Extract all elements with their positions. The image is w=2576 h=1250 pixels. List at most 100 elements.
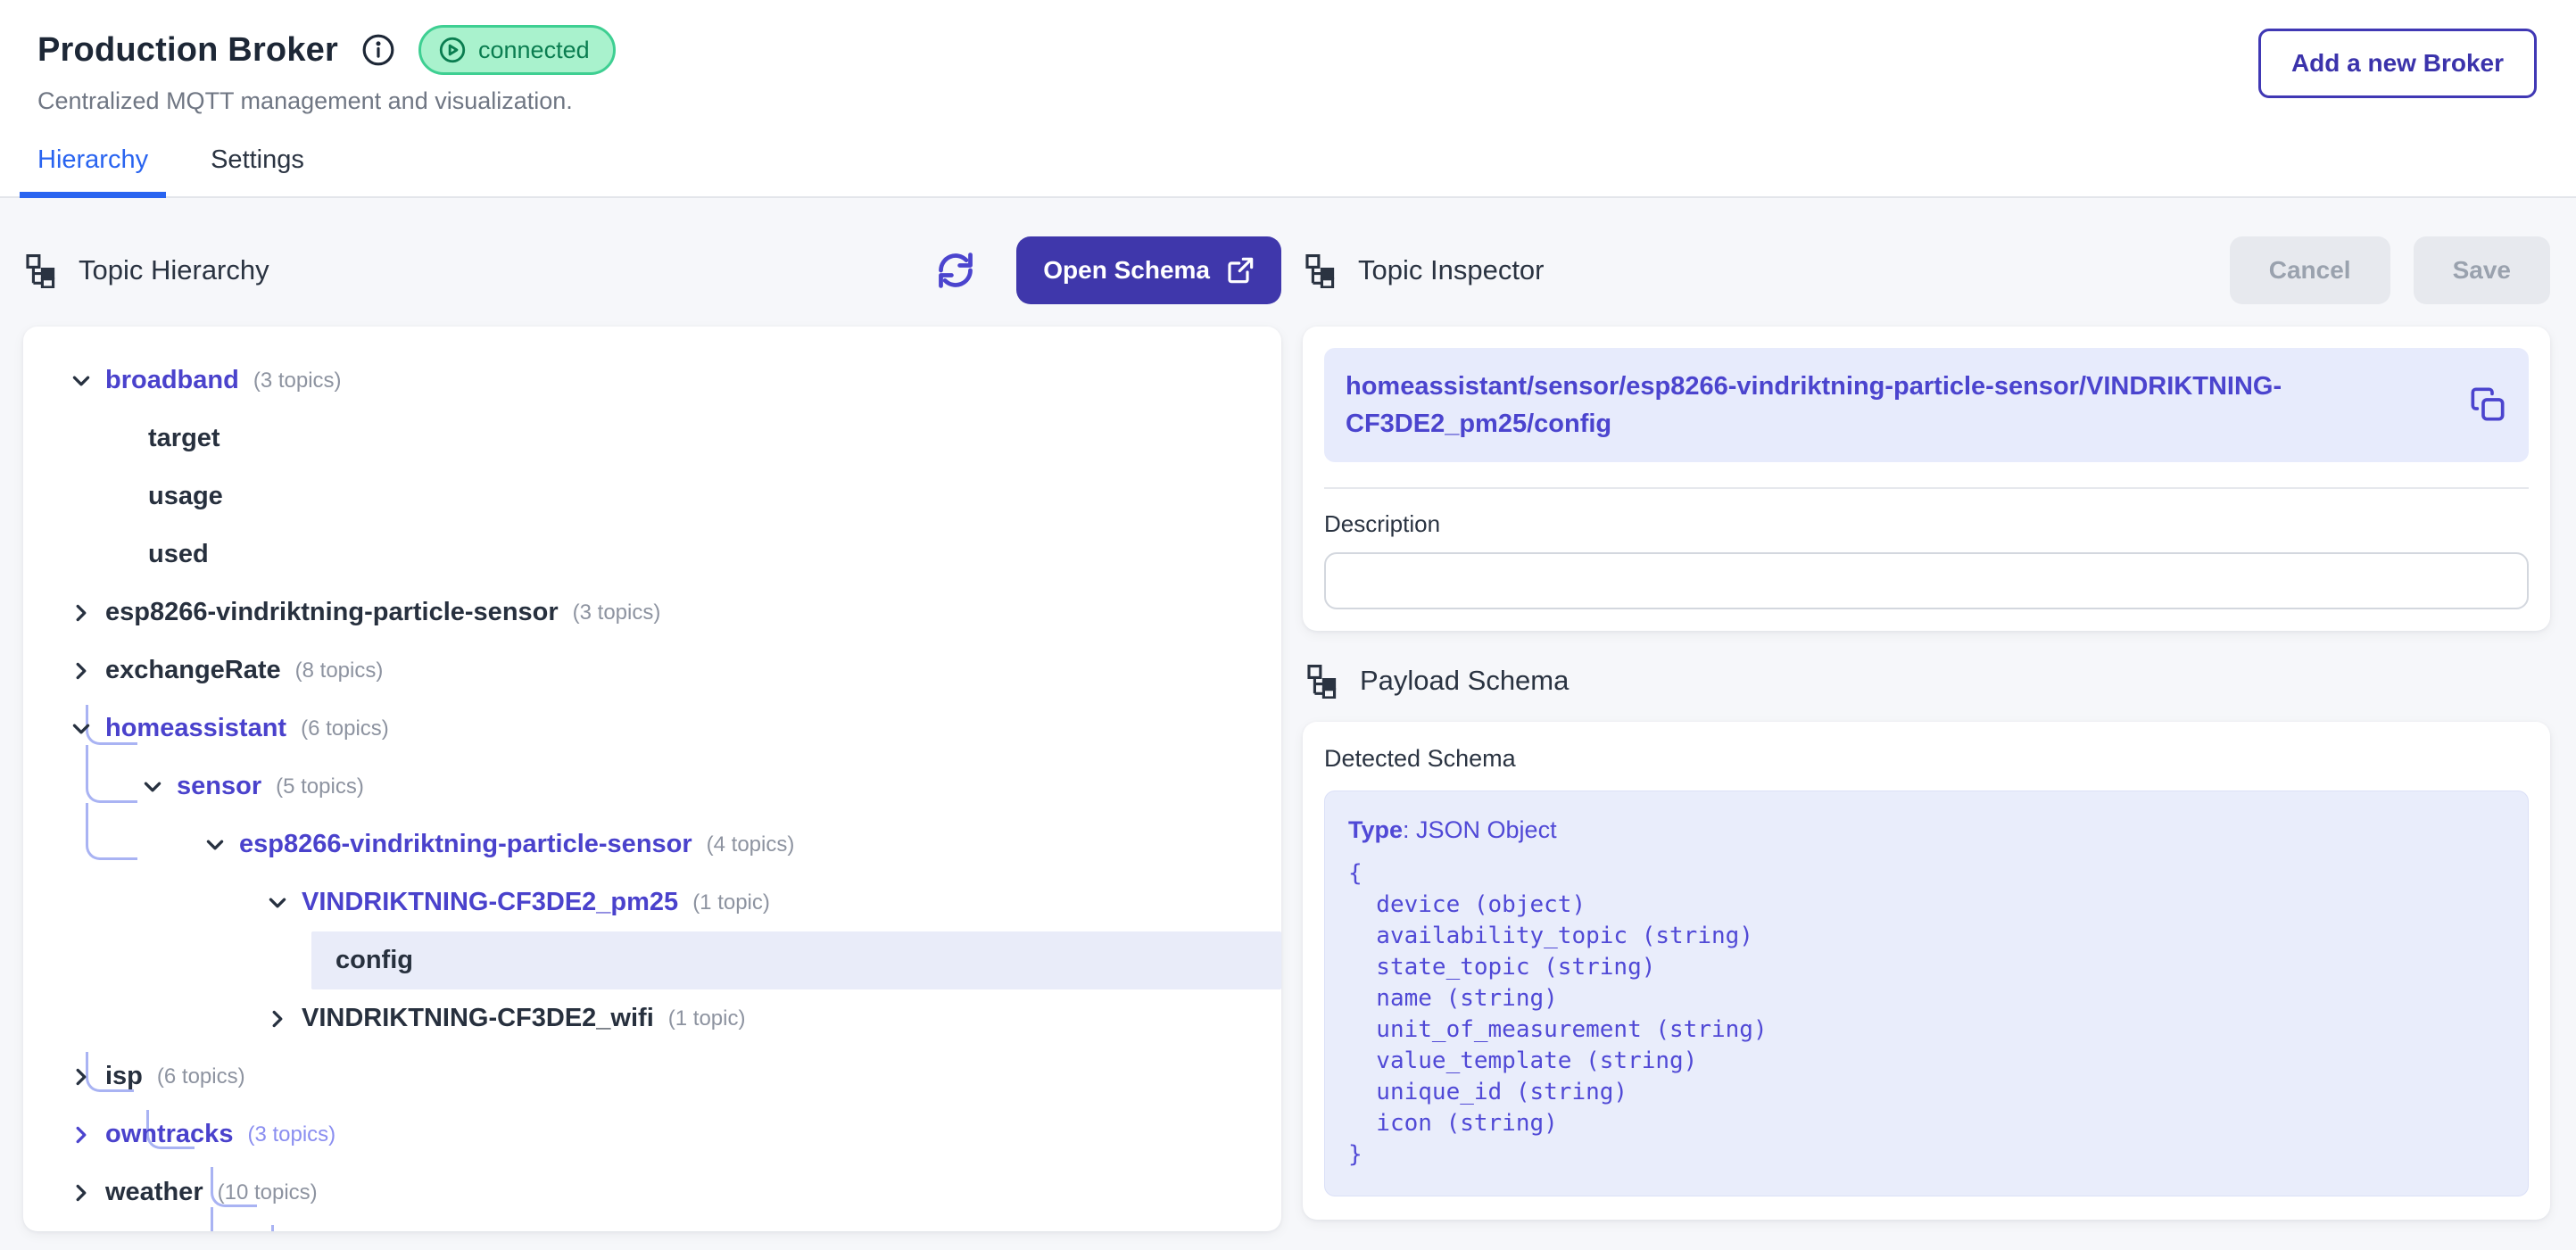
tree-node-label[interactable]: owntracks [105, 1120, 233, 1149]
tree-node-label[interactable]: isp [105, 1062, 143, 1091]
chevron-down-icon[interactable] [266, 891, 289, 915]
tree-node-count: (1 topic) [668, 1006, 746, 1031]
tree-node-count: (10 topics) [218, 1180, 318, 1205]
tree-node-label[interactable]: esp8266-vindriktning-particle-sensor [105, 598, 559, 627]
tree-node-label[interactable]: VINDRIKTNING-CF3DE2_wifi [302, 1004, 654, 1033]
tree-node-label[interactable]: VINDRIKTNING-CF3DE2_pm25 [302, 888, 678, 917]
open-schema-label: Open Schema [1043, 256, 1210, 285]
payload-schema-title: Payload Schema [1360, 665, 1569, 697]
chevron-right-icon[interactable] [70, 659, 93, 683]
tree-node-label[interactable]: used [148, 540, 209, 569]
open-schema-button[interactable]: Open Schema [1016, 236, 1281, 304]
topic-inspector-card: homeassistant/sensor/esp8266-vindriktnin… [1303, 327, 2550, 631]
schema-type-label: Type [1348, 816, 1403, 843]
tree-node-config-selected[interactable]: config [311, 931, 1281, 989]
tree-node-count: (6 topics) [157, 1064, 245, 1089]
refresh-icon [936, 251, 975, 290]
hierarchy-icon [1303, 252, 1338, 288]
play-circle-icon [437, 35, 468, 65]
schema-type-value: JSON Object [1416, 816, 1557, 843]
info-icon[interactable] [361, 33, 395, 67]
schema-line: unit_of_measurement (string) [1348, 1014, 2505, 1046]
tree-node-label[interactable]: sensor [177, 772, 261, 801]
external-link-icon [1226, 256, 1255, 285]
chevron-down-icon[interactable] [203, 833, 227, 857]
tree-node-count: (3 topics) [253, 368, 342, 393]
description-label: Description [1324, 510, 2529, 538]
tree-connector [271, 1225, 311, 1231]
app-header: Production Broker connected Centralized … [0, 0, 2576, 115]
refresh-button[interactable] [936, 251, 975, 290]
detected-schema-box: Type: JSON Object { device (object) avai… [1324, 791, 2529, 1196]
chevron-down-icon[interactable] [70, 717, 93, 741]
schema-line: state_topic (string) [1348, 952, 2505, 983]
chevron-right-icon[interactable] [70, 1123, 93, 1147]
tree-node-label[interactable]: usage [148, 482, 223, 511]
main-content: Topic Hierarchy Open Schema [0, 198, 2576, 1231]
tree-node-label[interactable]: config [335, 946, 413, 975]
tree-node-label[interactable]: broadband [105, 366, 239, 395]
save-button[interactable]: Save [2414, 236, 2550, 304]
chevron-down-icon[interactable] [70, 369, 93, 393]
schema-line: device (object) [1348, 890, 2505, 921]
hierarchy-icon [1305, 663, 1340, 699]
tree-node-usage[interactable]: usage [23, 468, 1281, 526]
topic-tree: broadband (3 topics) target usage used e… [23, 327, 1281, 1231]
payload-schema-card: Detected Schema Type: JSON Object { devi… [1303, 722, 2550, 1220]
schema-line: unique_id (string) [1348, 1077, 2505, 1108]
tree-node-esp8266-root[interactable]: esp8266-vindriktning-particle-sensor (3 … [23, 584, 1281, 642]
chevron-right-icon[interactable] [266, 1007, 289, 1031]
copy-icon [2470, 386, 2506, 422]
schema-line: name (string) [1348, 983, 2505, 1014]
tab-bar: Hierarchy Settings [0, 115, 2576, 198]
tree-node-count: (4 topics) [707, 832, 795, 857]
tree-node-sensor[interactable]: sensor (5 topics) [23, 757, 1281, 815]
tree-node-label[interactable]: target [148, 424, 220, 453]
topic-hierarchy-panel: Topic Hierarchy Open Schema [23, 234, 1281, 1231]
tab-settings[interactable]: Settings [211, 145, 304, 196]
tab-hierarchy[interactable]: Hierarchy [37, 145, 148, 196]
tree-node-esp8266-child[interactable]: esp8266-vindriktning-particle-sensor (4 … [23, 815, 1281, 873]
inspector-panel-title: Topic Inspector [1358, 254, 1545, 286]
tree-node-label[interactable]: exchangeRate [105, 656, 281, 685]
tree-node-used[interactable]: used [23, 526, 1281, 584]
topic-path-box: homeassistant/sensor/esp8266-vindriktnin… [1324, 348, 2529, 462]
tree-node-owntracks[interactable]: owntracks (3 topics) [23, 1105, 1281, 1163]
tree-node-label[interactable]: weather [105, 1178, 203, 1207]
schema-type-line: Type: JSON Object [1348, 816, 2505, 844]
copy-button[interactable] [2468, 385, 2507, 425]
status-badge-label: connected [478, 37, 590, 64]
description-input[interactable] [1324, 552, 2529, 609]
tree-node-count: (6 topics) [301, 716, 389, 741]
divider [1324, 487, 2529, 489]
cancel-button[interactable]: Cancel [2230, 236, 2390, 304]
chevron-right-icon[interactable] [70, 1181, 93, 1204]
tree-node-label[interactable]: homeassistant [105, 714, 286, 743]
page-subtitle: Centralized MQTT management and visualiz… [37, 87, 616, 115]
page-title: Production Broker [37, 31, 338, 70]
tree-node-weather[interactable]: weather (10 topics) [23, 1163, 1281, 1221]
hierarchy-panel-title: Topic Hierarchy [79, 254, 269, 286]
chevron-right-icon[interactable] [70, 601, 93, 625]
schema-line: value_template (string) [1348, 1046, 2505, 1077]
tree-node-homeassistant[interactable]: homeassistant (6 topics) [23, 700, 1281, 757]
add-broker-button[interactable]: Add a new Broker [2258, 29, 2537, 98]
chevron-down-icon[interactable] [141, 775, 164, 799]
tree-node-vindriktning-pm25[interactable]: VINDRIKTNING-CF3DE2_pm25 (1 topic) [23, 873, 1281, 931]
schema-line: availability_topic (string) [1348, 921, 2505, 952]
payload-schema-header: Payload Schema [1305, 663, 2550, 699]
schema-line: } [1348, 1139, 2505, 1171]
tree-node-count: (5 topics) [276, 774, 364, 799]
schema-line: { [1348, 858, 2505, 890]
tree-node-count: (3 topics) [247, 1122, 335, 1147]
hierarchy-icon [23, 252, 59, 288]
tree-node-exchangeRate[interactable]: exchangeRate (8 topics) [23, 642, 1281, 700]
chevron-right-icon[interactable] [70, 1065, 93, 1089]
tree-node-target[interactable]: target [23, 410, 1281, 468]
tree-node-count: (3 topics) [573, 600, 661, 625]
tree-node-isp[interactable]: isp (6 topics) [23, 1047, 1281, 1105]
tree-node-broadband[interactable]: broadband (3 topics) [23, 352, 1281, 410]
tree-node-label[interactable]: esp8266-vindriktning-particle-sensor [239, 830, 692, 859]
schema-type-separator: : [1403, 816, 1416, 843]
tree-node-vindriktning-wifi[interactable]: VINDRIKTNING-CF3DE2_wifi (1 topic) [23, 989, 1281, 1047]
